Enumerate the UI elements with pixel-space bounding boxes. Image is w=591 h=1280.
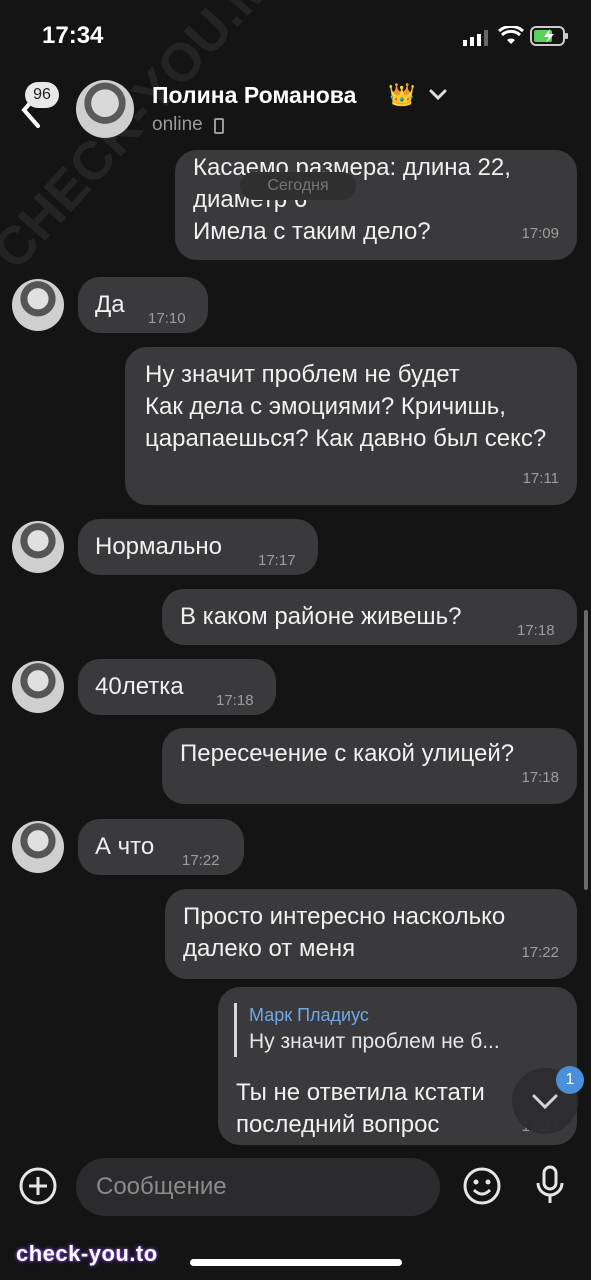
emoji-icon[interactable] bbox=[462, 1166, 502, 1206]
message-time: 17:17 bbox=[258, 552, 296, 569]
message-input[interactable]: Сообщение bbox=[76, 1158, 440, 1216]
message-time: 17:22 bbox=[182, 852, 220, 869]
message-bubble-in[interactable]: А что 17:22 bbox=[78, 819, 244, 875]
message-text: Пересечение с какой улицей? bbox=[180, 740, 515, 767]
message-time: 17:18 bbox=[521, 769, 559, 786]
message-text: В каком районе живешь? bbox=[180, 603, 462, 630]
message-time: 17:22 bbox=[521, 944, 559, 961]
message-input-placeholder: Сообщение bbox=[96, 1173, 227, 1200]
chevron-down-icon[interactable] bbox=[428, 88, 448, 102]
message-time: 17:18 bbox=[517, 622, 555, 639]
battery-icon bbox=[530, 26, 568, 46]
avatar[interactable] bbox=[12, 279, 64, 331]
message-bubble-out[interactable]: Касаемо размера: длина 22, диаметр 6Имел… bbox=[175, 150, 577, 260]
message-bubble-out[interactable]: В каком районе живешь? 17:18 bbox=[162, 589, 577, 645]
date-separator: Сегодня bbox=[240, 172, 356, 200]
mobile-icon bbox=[214, 118, 224, 134]
avatar[interactable] bbox=[12, 521, 64, 573]
signal-icon bbox=[463, 30, 488, 46]
message-bubble-in[interactable]: Да 17:10 bbox=[78, 277, 208, 333]
status-time: 17:34 bbox=[42, 22, 104, 49]
add-attachment-icon[interactable] bbox=[18, 1166, 58, 1206]
contact-avatar[interactable] bbox=[76, 80, 134, 138]
reply-quote[interactable]: Марк Пладиус Ну значит проблем не б... bbox=[234, 1003, 500, 1057]
reply-text: Ну значит проблем не б... bbox=[249, 1030, 500, 1053]
avatar[interactable] bbox=[12, 661, 64, 713]
message-bubble-in[interactable]: 40летка 17:18 bbox=[78, 659, 276, 715]
home-indicator[interactable] bbox=[190, 1259, 402, 1266]
message-text: 40летка bbox=[95, 673, 184, 700]
message-text: Ты не ответила кстати последний вопрос bbox=[236, 1079, 485, 1138]
scroll-unread-badge: 1 bbox=[556, 1066, 584, 1094]
avatar[interactable] bbox=[12, 821, 64, 873]
contact-status: online bbox=[152, 114, 203, 135]
message-bubble-out[interactable]: Ну значит проблем не будет Как дела с эмо… bbox=[125, 347, 577, 505]
message-text: Ну значит проблем не будет Как дела с эмо… bbox=[145, 361, 547, 452]
message-time: 17:11 bbox=[522, 470, 559, 487]
message-text: Просто интересно насколько далеко от мен… bbox=[183, 903, 506, 962]
message-bubble-in[interactable]: Нормально 17:17 bbox=[78, 519, 318, 575]
message-time: 17:18 bbox=[216, 692, 254, 709]
message-time: 17:09 bbox=[521, 225, 559, 242]
message-text: Нормально bbox=[95, 533, 222, 560]
message-text: А что bbox=[95, 833, 155, 860]
message-bubble-out[interactable]: Просто интересно насколько далеко от мен… bbox=[165, 889, 577, 979]
watermark-text: check-you.to bbox=[16, 1241, 158, 1266]
message-text: Да bbox=[95, 291, 125, 318]
reply-author: Марк Пладиус bbox=[249, 1005, 369, 1025]
microphone-icon[interactable] bbox=[534, 1164, 566, 1206]
scrollbar[interactable] bbox=[584, 610, 588, 890]
status-bar: 17:34 bbox=[0, 0, 591, 70]
wifi-icon bbox=[498, 26, 524, 44]
chat-header: 96 Полина Романова 👑 online bbox=[0, 72, 591, 152]
contact-name[interactable]: Полина Романова bbox=[152, 82, 356, 109]
message-bubble-out[interactable]: Пересечение с какой улицей? 17:18 bbox=[162, 728, 577, 804]
unread-badge: 96 bbox=[25, 82, 59, 108]
crown-icon: 👑 bbox=[388, 82, 416, 107]
message-time: 17:10 bbox=[148, 310, 186, 327]
